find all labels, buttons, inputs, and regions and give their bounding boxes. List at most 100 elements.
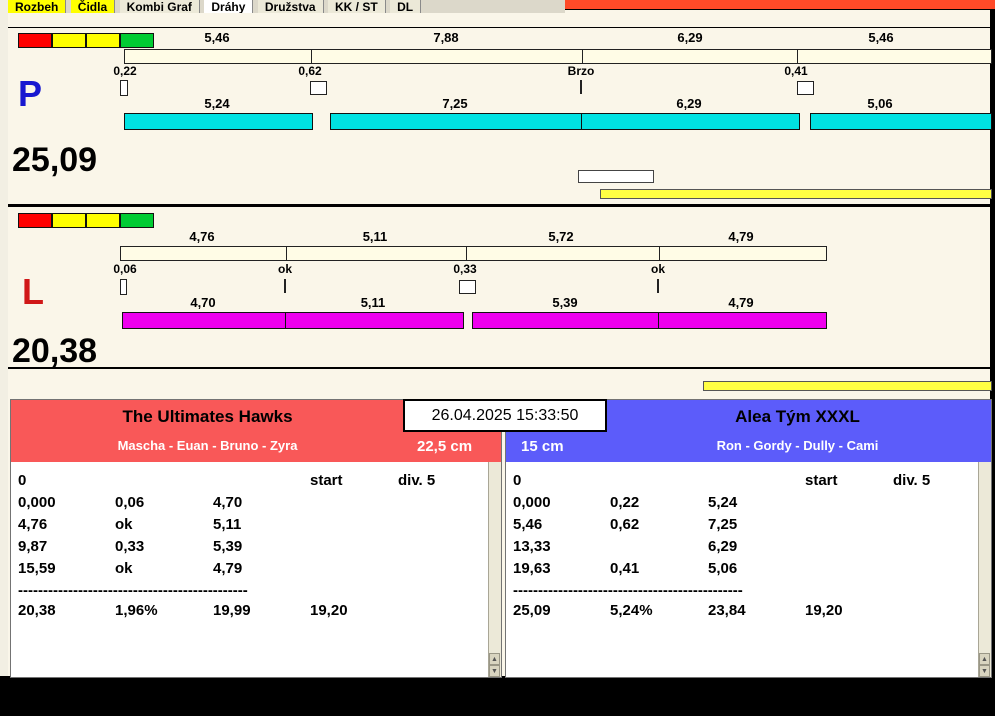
tab-kk-st[interactable]: KK / ST bbox=[328, 0, 386, 13]
table-row: 4,76ok5,11 bbox=[11, 516, 489, 538]
divider-line bbox=[8, 204, 990, 207]
mini-bar bbox=[578, 170, 654, 183]
table-separator: ----------------------------------------… bbox=[506, 582, 979, 602]
team-right-members: Ron - Gordy - Dully - Cami bbox=[606, 438, 989, 453]
progress-bar-yellow bbox=[600, 189, 992, 199]
change-mark: ok bbox=[618, 262, 698, 276]
table-row: 19,630,415,06 bbox=[506, 560, 979, 582]
scrollbar[interactable]: ▲ ▼ bbox=[978, 462, 991, 677]
change-mark: Brzo bbox=[541, 64, 621, 78]
table-cell: start bbox=[310, 472, 343, 489]
lane-l-total: 20,38 bbox=[12, 334, 97, 368]
divider-line bbox=[8, 367, 990, 369]
table-row: 0,0000,064,70 bbox=[11, 494, 489, 516]
table-cell: 6,29 bbox=[708, 538, 737, 555]
scroll-down-icon[interactable]: ▼ bbox=[979, 665, 990, 677]
table-row: 9,870,335,39 bbox=[11, 538, 489, 560]
change-mark: 0,06 bbox=[85, 262, 165, 276]
change-mark: ok bbox=[245, 262, 325, 276]
scale-tick bbox=[286, 247, 287, 260]
table-cell: 25,09 bbox=[513, 602, 551, 619]
top-orange-strip bbox=[565, 0, 995, 9]
table-header-row: 0 start div. 5 bbox=[506, 472, 979, 494]
start-light-yellow2 bbox=[86, 213, 120, 228]
tab-druzstva[interactable]: Družstva bbox=[258, 0, 324, 13]
tab-dl[interactable]: DL bbox=[390, 0, 421, 13]
split-time: 6,29 bbox=[650, 30, 730, 45]
split-time: 5,72 bbox=[521, 229, 601, 244]
team-left-panel: The Ultimates Hawks Mascha - Euan - Brun… bbox=[10, 399, 502, 678]
split-time: 5,11 bbox=[335, 229, 415, 244]
segment-time: 5,39 bbox=[525, 295, 605, 310]
table-cell: 19,99 bbox=[213, 602, 251, 619]
team-right-table: 0 start div. 5 0,0000,225,245,460,627,25… bbox=[506, 462, 979, 677]
table-header-row: 0 start div. 5 bbox=[11, 472, 489, 494]
scale-tick bbox=[582, 50, 583, 63]
table-cell: 4,79 bbox=[213, 560, 242, 577]
change-mark: 0,41 bbox=[756, 64, 836, 78]
table-cell: 5,06 bbox=[708, 560, 737, 577]
tab-rozbeh[interactable]: Rozbeh bbox=[8, 0, 66, 13]
team-left-table: 0 start div. 5 0,0000,064,704,76ok5,119,… bbox=[11, 462, 489, 677]
split-time: 4,79 bbox=[701, 229, 781, 244]
segment-time: 4,79 bbox=[701, 295, 781, 310]
tab-cidla[interactable]: Čidla bbox=[71, 0, 115, 13]
start-light-yellow2 bbox=[86, 33, 120, 48]
scroll-up-icon[interactable]: ▲ bbox=[979, 653, 990, 665]
table-cell: 23,84 bbox=[708, 602, 746, 619]
scroll-down-icon[interactable]: ▼ bbox=[489, 665, 500, 677]
progress-bar-yellow bbox=[703, 381, 992, 391]
tab-drahy[interactable]: Dráhy bbox=[204, 0, 253, 13]
time-scale-bar bbox=[120, 246, 827, 261]
split-time: 4,76 bbox=[162, 229, 242, 244]
table-row: 0,0000,225,24 bbox=[506, 494, 979, 516]
segment-bar bbox=[124, 113, 313, 130]
segment-bar bbox=[472, 312, 661, 329]
table-cell: 5,46 bbox=[513, 516, 542, 533]
table-cell: 7,25 bbox=[708, 516, 737, 533]
table-cell: 13,33 bbox=[513, 538, 551, 555]
start-light-yellow1 bbox=[52, 213, 86, 228]
split-time: 5,46 bbox=[841, 30, 921, 45]
divider-line bbox=[8, 27, 990, 28]
mark-indicator-box[interactable] bbox=[310, 81, 327, 95]
table-cell: 1,96% bbox=[115, 602, 158, 619]
start-light-green bbox=[120, 33, 154, 48]
tab-kombi-graf[interactable]: Kombi Graf bbox=[120, 0, 200, 13]
split-time: 7,88 bbox=[406, 30, 486, 45]
segment-time: 6,29 bbox=[649, 96, 729, 111]
change-mark: 0,22 bbox=[85, 64, 165, 78]
start-light-red bbox=[18, 213, 52, 228]
table-cell: 20,38 bbox=[18, 602, 56, 619]
lane-p-total: 25,09 bbox=[12, 143, 97, 177]
segment-bar bbox=[810, 113, 992, 130]
mark-indicator-box[interactable] bbox=[797, 81, 814, 95]
table-cell: ok bbox=[115, 516, 133, 533]
table-cell: 0,22 bbox=[610, 494, 639, 511]
table-rows: 0,0000,064,704,76ok5,119,870,335,3915,59… bbox=[11, 494, 489, 582]
scroll-up-icon[interactable]: ▲ bbox=[489, 653, 500, 665]
mark-indicator-line bbox=[657, 279, 659, 293]
table-row: 5,460,627,25 bbox=[506, 516, 979, 538]
mark-indicator-box[interactable] bbox=[459, 280, 476, 294]
change-mark: 0,33 bbox=[425, 262, 505, 276]
table-cell: 5,39 bbox=[213, 538, 242, 555]
tab-bar: Rozbeh Čidla Kombi Graf Dráhy Družstva K… bbox=[8, 0, 565, 13]
team-left-members: Mascha - Euan - Bruno - Zyra bbox=[11, 438, 404, 453]
segment-time: 5,06 bbox=[840, 96, 920, 111]
segment-time: 5,11 bbox=[333, 295, 413, 310]
scrollbar[interactable]: ▲ ▼ bbox=[488, 462, 501, 677]
table-total-row: 25,09 5,24% 23,84 19,20 bbox=[506, 602, 979, 624]
table-cell: 0,41 bbox=[610, 560, 639, 577]
segment-bar bbox=[581, 113, 800, 130]
scale-tick bbox=[659, 247, 660, 260]
table-cell: 0 bbox=[18, 472, 26, 489]
table-cell: 19,20 bbox=[310, 602, 348, 619]
table-cell: 15,59 bbox=[18, 560, 56, 577]
table-total-row: 20,38 1,96% 19,99 19,20 bbox=[11, 602, 489, 624]
table-cell: start bbox=[805, 472, 838, 489]
team-right-name: Alea Tým XXXL bbox=[606, 407, 989, 427]
team-right-panel: Alea Tým XXXL Ron - Gordy - Dully - Cami… bbox=[505, 399, 992, 678]
table-cell: 0 bbox=[513, 472, 521, 489]
left-gutter bbox=[0, 0, 8, 676]
